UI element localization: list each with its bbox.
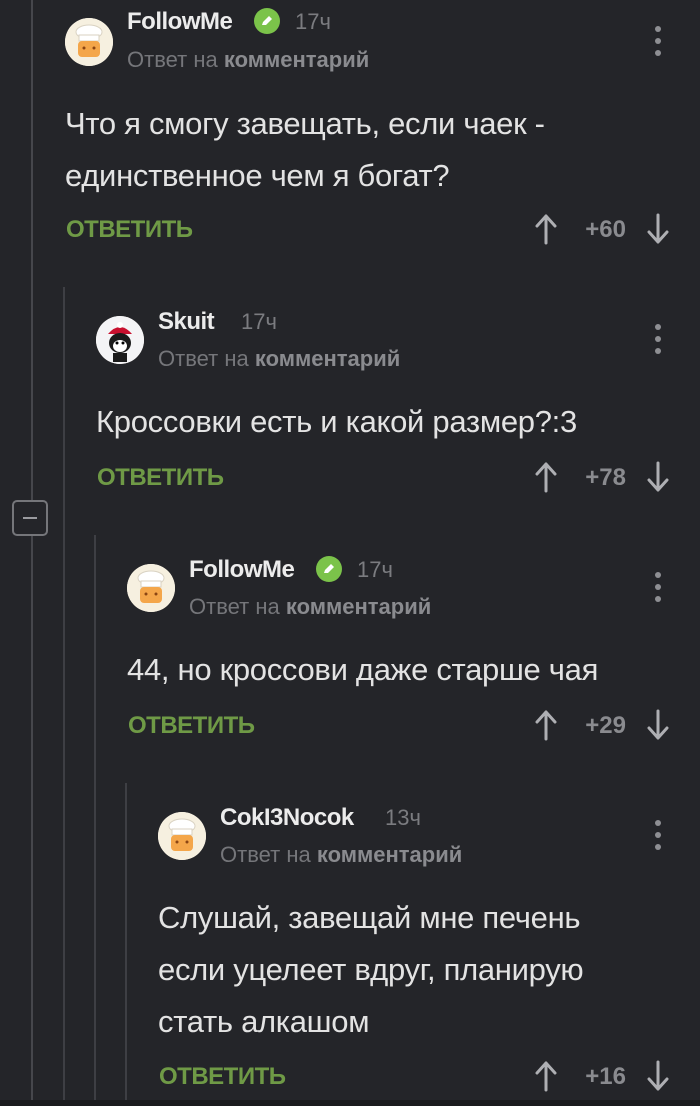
reply-button[interactable]: ОТВЕТИТЬ xyxy=(159,1063,286,1091)
avatar[interactable] xyxy=(158,812,206,860)
upvote-arrow-icon[interactable] xyxy=(534,1060,558,1092)
comment-text-line: если уцелеет вдруг, планирую xyxy=(158,952,584,987)
comment-time: 13ч xyxy=(385,805,421,830)
chef-hat-avatar-icon xyxy=(158,812,206,860)
reply-to-link[interactable]: Ответ на комментарий xyxy=(220,842,462,868)
author-name[interactable]: CokI3Nocok xyxy=(220,804,354,832)
comment-text-line: стать алкашом xyxy=(158,1004,370,1039)
reply-to-target: комментарий xyxy=(316,842,463,867)
comment-text-line: Слушай, завещай мне печень xyxy=(158,900,581,935)
more-options-icon[interactable] xyxy=(654,820,662,850)
vote-score: +16 xyxy=(585,1063,626,1090)
comment: CokI3Nocok 13ч Ответ на комментарий Слуш… xyxy=(0,0,700,1100)
comment-text: Слушай, завещай мне печень если уцелеет … xyxy=(158,892,584,1048)
reply-to-prefix: Ответ на xyxy=(220,842,311,867)
downvote-arrow-icon[interactable] xyxy=(646,1060,670,1092)
bottom-bar xyxy=(0,1100,700,1106)
